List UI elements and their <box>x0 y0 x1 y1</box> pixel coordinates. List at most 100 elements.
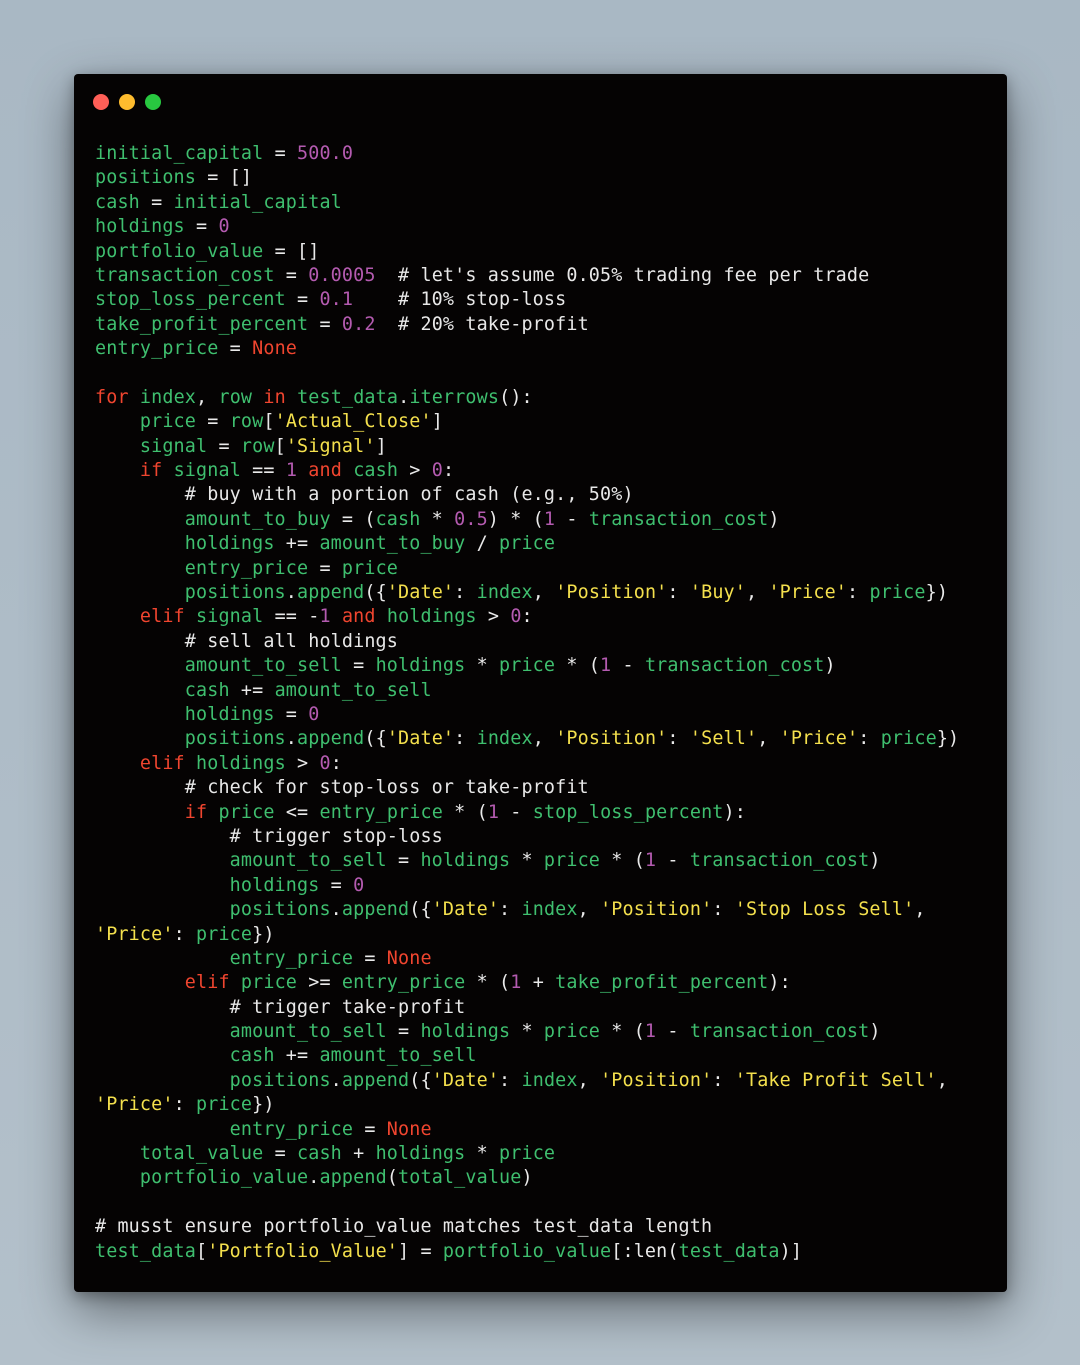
code-token: = <box>196 411 230 433</box>
code-token: 0.1 <box>319 289 354 311</box>
code-token: 0.2 <box>341 313 376 335</box>
code-token: price <box>341 557 399 579</box>
code-token: holdings <box>375 1143 466 1165</box>
maximize-dot[interactable] <box>145 94 161 110</box>
code-token: ) <box>869 850 881 872</box>
code-token: holdings <box>184 533 275 555</box>
code-token: : <box>454 582 477 604</box>
code-token: append <box>319 1167 387 1189</box>
code-token: portfolio_value <box>95 240 264 262</box>
code-token: total_value <box>139 1143 264 1165</box>
code-token: 0 <box>431 460 443 482</box>
code-token: 0.0005 <box>308 264 376 286</box>
code-line: cash += amount_to_sell <box>95 679 959 703</box>
code-token: = ( <box>330 508 376 530</box>
code-token: = <box>274 264 309 286</box>
code-token: iterrows <box>409 386 500 408</box>
code-token: amount_to_buy <box>319 533 466 555</box>
code-token: * <box>510 850 544 872</box>
minimize-dot[interactable] <box>119 94 135 110</box>
code-token: 'Price' <box>95 1094 174 1116</box>
code-token: entry_price <box>95 338 219 360</box>
code-token: > <box>476 606 511 628</box>
code-token: holdings <box>375 655 466 677</box>
code-token: 'Date' <box>431 899 500 921</box>
code-token: test_data <box>678 1240 780 1262</box>
code-token: = <box>285 289 320 311</box>
code-token: holdings <box>196 752 286 774</box>
code-token: 0 <box>353 874 365 896</box>
code-token: : <box>454 728 477 750</box>
code-token: 0 <box>510 606 522 628</box>
code-token: = <box>353 947 387 969</box>
code-token: ({ <box>364 728 387 750</box>
code-token: 'Stop Loss Sell' <box>734 899 915 921</box>
code-token: row <box>240 435 275 457</box>
code-token: > <box>398 460 432 482</box>
code-token: 1 <box>543 508 556 530</box>
code-token: holdings <box>95 216 185 238</box>
code-token: cash <box>375 508 421 530</box>
code-token: and <box>308 460 342 482</box>
code-token: 'Position' <box>555 582 668 604</box>
code-token: , <box>577 1069 601 1091</box>
code-line: holdings += amount_to_buy / price <box>95 532 959 556</box>
code-token: - <box>656 1021 690 1043</box>
code-token: ) <box>869 1021 881 1043</box>
code-token: entry_price <box>319 801 443 823</box>
code-token: append <box>341 1069 410 1091</box>
code-token: # trigger take-profit <box>95 996 466 1018</box>
close-dot[interactable] <box>93 94 109 110</box>
code-token: ) <box>768 508 780 530</box>
code-line: holdings = 0 <box>95 703 959 727</box>
code-token: cash <box>297 1143 342 1165</box>
code-token: [ <box>274 435 286 457</box>
code-token: if <box>184 801 208 823</box>
code-line: elif price >= entry_price * (1 + take_pr… <box>95 971 959 995</box>
code-line: cash += amount_to_sell <box>95 1044 959 1068</box>
code-token: ) <box>521 1167 533 1189</box>
code-token: += <box>229 679 275 701</box>
code-token: # 20% take-profit <box>375 313 589 335</box>
code-token: == <box>240 460 286 482</box>
code-token: entry_price <box>341 972 466 994</box>
code-token: holdings <box>229 874 320 896</box>
code-token: transaction_cost <box>95 264 275 286</box>
code-token: ] <box>431 411 443 433</box>
code-token: 'Position' <box>600 899 713 921</box>
code-token: amount_to_buy <box>184 508 331 530</box>
code-token: total_value <box>398 1167 522 1189</box>
code-block: initial_capital = 500.0 positions = [] cas… <box>95 142 959 1264</box>
code-line: holdings = 0 <box>95 874 959 898</box>
code-token: price <box>196 923 253 945</box>
code-token: }) <box>252 923 275 945</box>
code-token: 'Date' <box>386 582 455 604</box>
code-token: 'Actual_Close' <box>274 411 432 433</box>
code-token: transaction_cost <box>689 1021 870 1043</box>
code-token: - <box>611 655 645 677</box>
code-token: 'Signal' <box>285 435 376 457</box>
code-token: . <box>285 582 298 604</box>
code-token: 1 <box>285 460 298 482</box>
code-token: = <box>207 435 241 457</box>
code-token: price <box>869 582 926 604</box>
code-token: index <box>521 1069 578 1091</box>
code-token: signal <box>196 606 264 628</box>
code-token: : <box>330 752 342 774</box>
code-token: ) <box>824 655 836 677</box>
code-window: initial_capital = 500.0 positions = [] cas… <box>74 74 1007 1292</box>
code-token: elif <box>184 972 230 994</box>
code-token: price <box>218 801 275 823</box>
code-token: , <box>196 386 219 408</box>
code-token: initial_capital <box>95 143 264 164</box>
